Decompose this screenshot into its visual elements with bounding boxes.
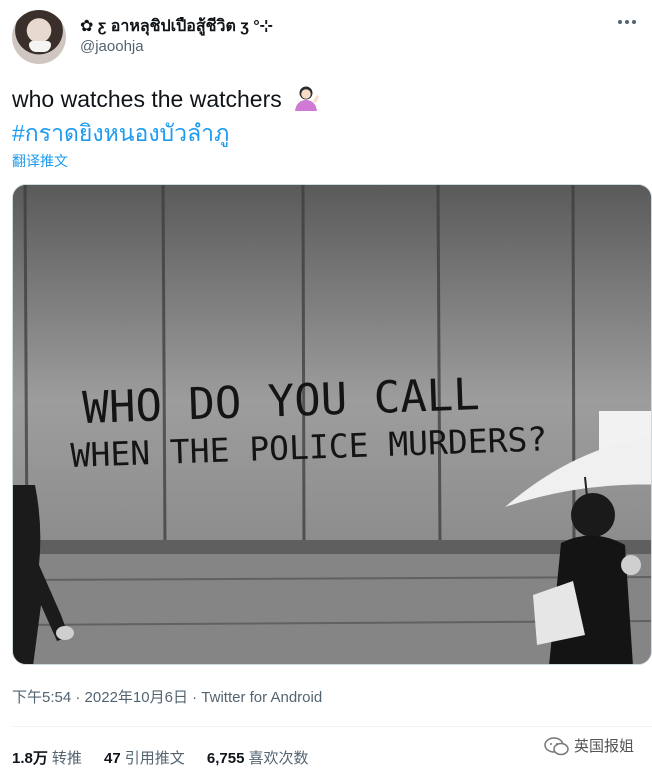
tweet-date[interactable]: 2022年10月6日 (85, 689, 188, 706)
engagement-stats: 1.8万 转推 47 引用推文 6,755 喜欢次数 (12, 747, 326, 768)
tweet-text: who watches the watchers (12, 84, 632, 114)
more-icon[interactable] (616, 16, 638, 28)
wall-ledge (13, 540, 651, 554)
graffiti-photo-illustration: WHO DO YOU CALL WHEN THE POLICE MURDERS? (13, 185, 651, 664)
tweet-text-content: who watches the watchers (12, 86, 282, 112)
translate-tweet-link[interactable]: 翻译推文 (12, 151, 68, 171)
watermark: 英国报姐 (544, 735, 634, 756)
meta-separator: · (71, 689, 85, 706)
tweet-header: ✿ ƹ อาหลุชิปเปือสู้ชีวิต ʒ °⊹ @jaoohja (12, 10, 640, 66)
wechat-icon (544, 736, 569, 755)
hashtag-link[interactable]: #กราดยิงหนองบัวลำภู (12, 116, 229, 152)
retweets-label: 转推 (51, 750, 82, 767)
likes-count: 6,755 (206, 750, 245, 767)
likes-stat[interactable]: 6,755 喜欢次数 (207, 750, 309, 767)
tweet-timestamp: 下午5:54 · 2022年10月6日 · Twitter for Androi… (12, 686, 322, 707)
avatar[interactable] (12, 10, 66, 64)
person-tipping-hand-icon (295, 86, 320, 111)
retweets-stat[interactable]: 1.8万 转推 (12, 750, 82, 767)
quotes-stat[interactable]: 47 引用推文 (104, 750, 185, 767)
tweet-photo[interactable]: WHO DO YOU CALL WHEN THE POLICE MURDERS? (12, 184, 652, 665)
divider (12, 726, 652, 727)
quotes-count: 47 (104, 750, 121, 767)
display-name[interactable]: ✿ ƹ อาหลุชิปเปือสู้ชีวิต ʒ °⊹ (80, 14, 273, 39)
tweet-source[interactable]: Twitter for Android (201, 689, 322, 706)
meta-separator: · (187, 689, 202, 706)
retweets-count: 1.8万 (12, 750, 48, 767)
watermark-text: 英国报姐 (573, 738, 634, 755)
likes-label: 喜欢次数 (248, 750, 309, 767)
quotes-label: 引用推文 (124, 750, 185, 767)
tweet-time[interactable]: 下午5:54 (12, 689, 71, 706)
handle[interactable]: @jaoohja (80, 38, 144, 55)
face-mask-shape (29, 41, 51, 52)
